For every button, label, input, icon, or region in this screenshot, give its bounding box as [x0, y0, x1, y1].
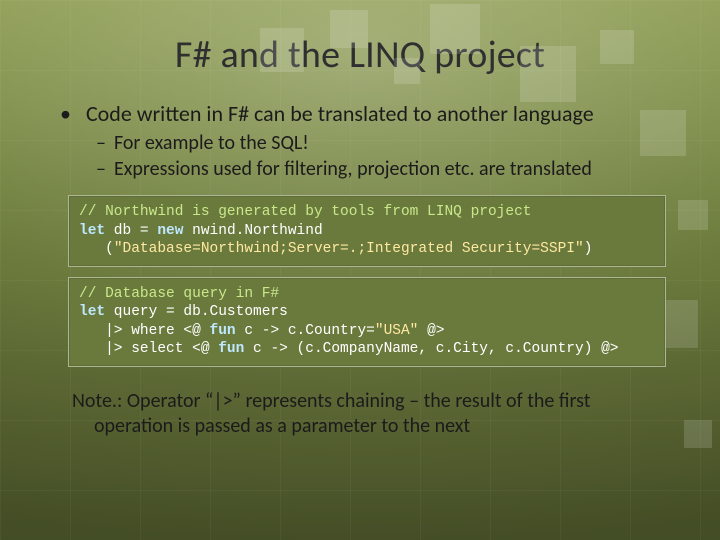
footnote: Note.: Operator “|>” represents chaining…: [80, 389, 674, 439]
sub-bullet-list: For example to the SQL! Expressions used…: [60, 131, 674, 181]
bullet-list: Code written in F# can be translated to …: [46, 100, 674, 181]
code-text: nwind.Northwind: [183, 223, 322, 239]
code-text: c -> (c.CompanyName, c.City, c.Country) …: [244, 341, 618, 357]
slide-title: F# and the LINQ project: [46, 32, 674, 78]
code-text: (: [79, 241, 114, 257]
code-keyword: let: [79, 304, 105, 320]
code-text: ): [584, 241, 593, 257]
code-comment: // Northwind is generated by tools from …: [79, 204, 531, 220]
code-text: |> select <@: [79, 341, 218, 357]
sub-bullet-item: Expressions used for filtering, projecti…: [96, 157, 674, 181]
sub-bullet-text: Expressions used for filtering, projecti…: [114, 157, 592, 181]
code-area: // Northwind is generated by tools from …: [68, 195, 666, 367]
bullet-text: Code written in F# can be translated to …: [86, 100, 594, 127]
slide-content: Code written in F# can be translated to …: [46, 100, 674, 439]
sub-bullet-item: For example to the SQL!: [96, 131, 674, 155]
code-string: "USA": [375, 323, 419, 339]
bullet-item: Code written in F# can be translated to …: [60, 100, 674, 181]
code-block-1: // Northwind is generated by tools from …: [68, 195, 666, 267]
code-text: @>: [418, 323, 444, 339]
code-string: "Database=Northwind;Server=.;Integrated …: [114, 241, 584, 257]
code-text: c -> c.Country=: [236, 323, 375, 339]
code-keyword: fun: [218, 341, 244, 357]
code-text: |> where <@: [79, 323, 210, 339]
sub-bullet-text: For example to the SQL!: [114, 131, 309, 155]
code-block-2: // Database query in F# let query = db.C…: [68, 277, 666, 367]
slide: F# and the LINQ project Code written in …: [0, 0, 720, 540]
code-keyword: new: [157, 223, 183, 239]
code-comment: // Database query in F#: [79, 286, 279, 302]
code-text: query = db.Customers: [105, 304, 288, 320]
code-text: db =: [105, 223, 157, 239]
code-keyword: let: [79, 223, 105, 239]
code-keyword: fun: [210, 323, 236, 339]
